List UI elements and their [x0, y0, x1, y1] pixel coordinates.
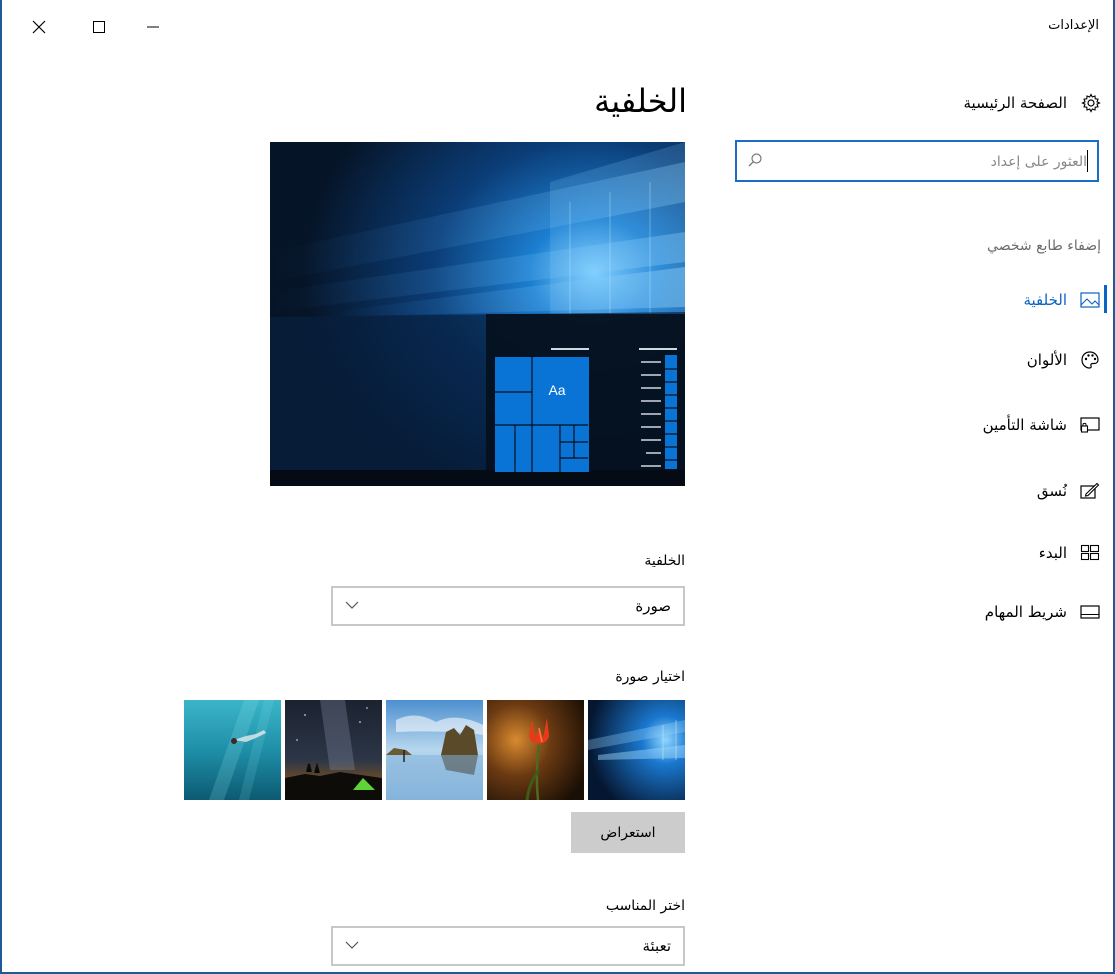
sidebar-home-label: الصفحة الرئيسية — [963, 94, 1068, 112]
chevron-down-icon — [345, 941, 359, 949]
picture-icon — [1079, 289, 1101, 311]
preview-tile-text: Aa — [548, 382, 565, 398]
close-icon — [32, 20, 46, 34]
sidebar-item-themes[interactable]: نُسق — [1037, 476, 1101, 506]
desktop-preview: Aa — [270, 142, 685, 486]
minimize-icon — [147, 26, 159, 28]
night-sky-wallpaper-image — [285, 700, 382, 800]
maximize-button[interactable] — [76, 8, 122, 46]
browse-button[interactable]: استعراض — [571, 812, 685, 853]
search-input[interactable] — [773, 142, 1093, 182]
fit-label: اختر المناسب — [605, 898, 685, 914]
section-heading: إضفاء طابع شخصي — [987, 238, 1101, 254]
preview-wallpaper: Aa — [270, 142, 685, 486]
fit-dropdown[interactable]: تعبئة — [331, 926, 685, 966]
minimize-button[interactable] — [130, 8, 176, 46]
windows-wallpaper-image — [588, 700, 685, 800]
chevron-down-icon — [345, 601, 359, 609]
underwater-wallpaper-image — [184, 700, 281, 800]
start-icon — [1079, 542, 1101, 564]
sidebar-item-label: البدء — [1038, 544, 1067, 562]
tulip-wallpaper-image — [487, 700, 584, 800]
picture-thumbnail-windows[interactable] — [588, 700, 685, 800]
palette-icon — [1079, 349, 1101, 371]
sidebar-home[interactable]: الصفحة الرئيسية — [964, 88, 1102, 118]
title-bar: الإعدادات — [2, 0, 1113, 56]
search-box[interactable] — [735, 140, 1099, 182]
picture-thumbnail-underwater[interactable] — [184, 700, 281, 800]
sidebar-item-lock-screen[interactable]: شاشة التأمين — [983, 410, 1101, 440]
search-icon — [748, 153, 762, 167]
lock-screen-icon — [1079, 414, 1101, 436]
choose-picture-label: اختيار صورة — [615, 669, 685, 685]
taskbar-icon — [1079, 601, 1101, 623]
close-button[interactable] — [16, 8, 62, 46]
sidebar-item-label: الخلفية — [1023, 291, 1067, 309]
gear-icon — [1081, 93, 1101, 113]
active-indicator — [1104, 285, 1107, 313]
window-border-left — [0, 0, 2, 974]
sidebar-item-label: شاشة التأمين — [982, 416, 1067, 434]
maximize-icon — [93, 21, 105, 33]
picture-thumbnail-beach[interactable] — [386, 700, 483, 800]
sidebar-item-label: الألوان — [1026, 351, 1067, 369]
background-dropdown[interactable]: صورة — [331, 586, 685, 626]
picture-thumbnail-tulip[interactable] — [487, 700, 584, 800]
themes-icon — [1079, 480, 1101, 502]
picture-thumbnail-night-sky[interactable] — [285, 700, 382, 800]
fit-dropdown-value: تعبئة — [642, 937, 671, 955]
sidebar-item-label: نُسق — [1036, 482, 1067, 500]
window-title: الإعدادات — [1048, 18, 1099, 33]
sidebar-item-start[interactable]: البدء — [1039, 538, 1101, 568]
beach-wallpaper-image — [386, 700, 483, 800]
sidebar-item-background[interactable]: الخلفية — [1023, 285, 1101, 315]
background-dropdown-value: صورة — [635, 597, 671, 615]
sidebar-item-label: شريط المهام — [984, 603, 1067, 621]
text-caret — [1087, 150, 1088, 172]
page-title: الخلفية — [594, 82, 687, 120]
background-label: الخلفية — [644, 553, 685, 569]
sidebar-item-taskbar[interactable]: شريط المهام — [985, 597, 1101, 627]
sidebar-item-colors[interactable]: الألوان — [1027, 345, 1101, 375]
